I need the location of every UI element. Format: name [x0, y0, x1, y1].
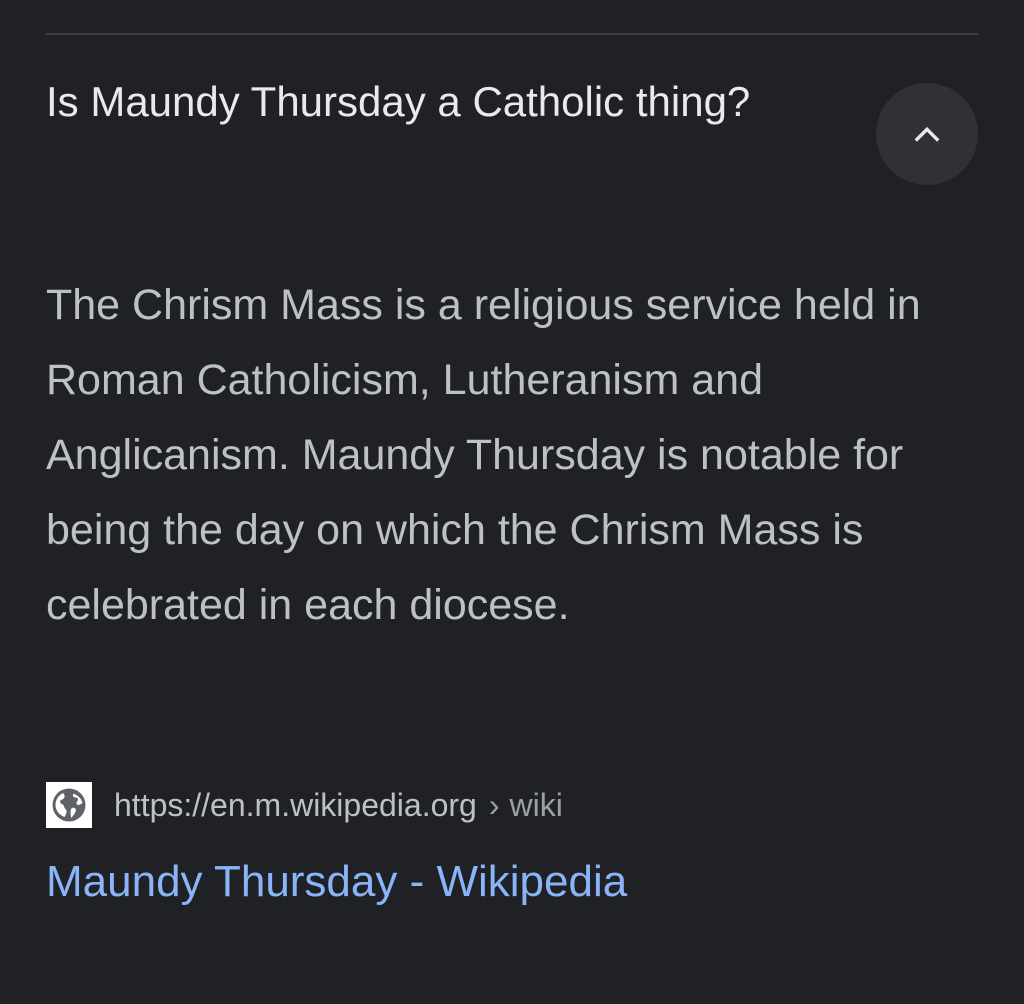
- source-url: https://en.m.wikipedia.org: [114, 786, 477, 823]
- globe-icon: [52, 788, 86, 822]
- breadcrumb-separator: ›: [488, 786, 500, 823]
- top-divider: [46, 33, 978, 35]
- site-favicon: [46, 782, 92, 828]
- faq-answer: The Chrism Mass is a religious service h…: [46, 281, 921, 629]
- source-citation[interactable]: https://en.m.wikipedia.org › wiki: [46, 782, 563, 828]
- faq-question: Is Maundy Thursday a Catholic thing?: [46, 78, 751, 125]
- result-title-link[interactable]: Maundy Thursday - Wikipedia: [46, 852, 627, 912]
- source-breadcrumb: wiki: [509, 786, 563, 823]
- collapse-button[interactable]: [876, 83, 978, 185]
- chevron-up-icon: [914, 126, 940, 142]
